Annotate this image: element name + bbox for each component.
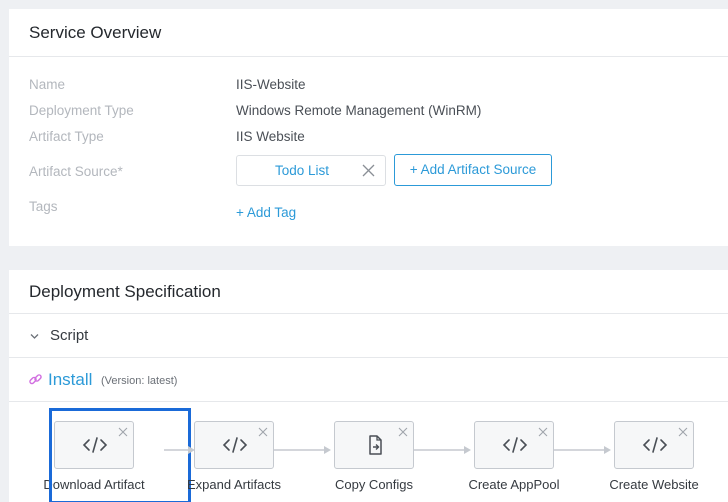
remove-step-icon[interactable] [258,427,268,437]
step-create-website[interactable]: Create Website [589,403,725,499]
artifact-source-chip-label[interactable]: Todo List [275,156,329,185]
step-label: Create AppPool [468,477,560,492]
add-artifact-source-button[interactable]: + Add Artifact Source [394,154,552,186]
step-box[interactable] [334,421,414,469]
code-icon [82,437,108,453]
name-row: Name IIS-Website [29,75,719,95]
step-box[interactable] [474,421,554,469]
remove-step-icon[interactable] [678,427,688,437]
deployment-type-row: Deployment Type Windows Remote Managemen… [29,101,719,121]
install-version: (Version: latest) [101,375,178,387]
step-label: Expand Artifacts [187,477,281,492]
file-copy-icon [369,435,382,455]
name-value: IIS-Website [236,77,306,92]
install-link[interactable]: Install [48,358,92,402]
tags-label: Tags [29,199,58,214]
service-overview-card: Service Overview Name IIS-Website Deploy… [9,9,728,246]
deployment-specification-title: Deployment Specification [9,270,728,314]
remove-step-icon[interactable] [538,427,548,437]
chevron-down-icon[interactable] [29,331,40,342]
service-overview-title: Service Overview [9,9,728,57]
artifact-type-row: Artifact Type IIS Website [29,127,719,147]
script-section-toggle[interactable]: Script [9,314,728,358]
step-box[interactable] [614,421,694,469]
step-label: Create Website [609,477,699,492]
name-label: Name [29,77,66,92]
code-icon [642,437,668,453]
step-box[interactable] [194,421,274,469]
artifact-source-label: Artifact Source* [29,164,123,179]
install-header: Install (Version: latest) [9,358,728,402]
step-label: Download Artifact [43,477,145,492]
code-icon [502,437,528,453]
code-icon [222,437,248,453]
add-tag-link[interactable]: + Add Tag [236,203,296,223]
artifact-type-value: IIS Website [236,129,305,144]
remove-artifact-source-icon[interactable] [362,164,375,177]
link-icon [29,374,42,385]
deployment-specification-card: Deployment Specification Script Install … [9,270,728,502]
remove-step-icon[interactable] [398,427,408,437]
remove-step-icon[interactable] [118,427,128,437]
workflow-steps: Download Artifact Expand Artifacts Copy … [9,403,728,502]
tags-row: Tags [29,197,719,217]
step-download-artifact[interactable]: Download Artifact [29,403,191,502]
artifact-source-chip[interactable]: Todo List [236,155,386,186]
deployment-type-value: Windows Remote Management (WinRM) [236,103,482,118]
artifact-type-label: Artifact Type [29,129,104,144]
step-box[interactable] [54,421,134,469]
step-label: Copy Configs [334,477,414,492]
deployment-type-label: Deployment Type [29,103,134,118]
script-label: Script [50,327,89,344]
